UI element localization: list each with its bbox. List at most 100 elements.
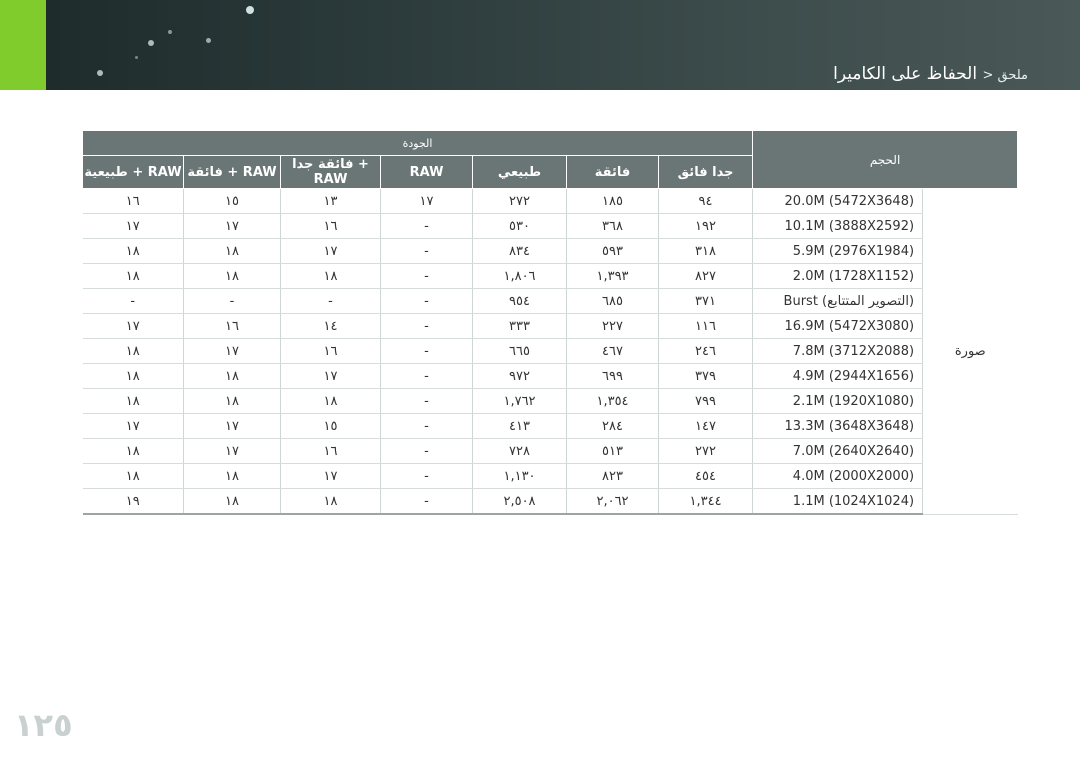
table-cell: ٣٧١: [658, 288, 754, 314]
table-cell: ١,٣٩٣: [566, 263, 659, 289]
table-cell: ١٥: [280, 413, 381, 439]
table-cell: ٥١٣: [566, 438, 659, 464]
table-cell: -: [380, 213, 473, 239]
table-cell: -: [380, 438, 473, 464]
table-row: ١٧ ١٦ ١٤-٣٣٣ ٢٢٧ ١١٦ 16.9M (5472X3080): [82, 313, 1018, 339]
table-cell: ١٧: [82, 413, 184, 439]
table-cell: ١٧: [280, 363, 381, 389]
table-cell: ١٨: [183, 363, 281, 389]
size-cell: 10.1M (3888X2592): [752, 213, 924, 239]
size-cell: 20.0M (5472X3648): [752, 188, 924, 214]
table-cell: ١١٦: [658, 313, 754, 339]
table-cell: ١٨: [82, 263, 184, 289]
size-cell: 2.0M (1728X1152): [752, 263, 924, 289]
table-cell: ١٧: [280, 463, 381, 489]
table-cell: ١٣: [280, 188, 381, 214]
table-cell: -: [380, 263, 473, 289]
table-row: ١٨ ١٧ ١٦-٦٦٥ ٤٦٧ ٢٤٦ 7.8M (3712X2088): [82, 338, 1018, 364]
table-cell: -: [380, 363, 473, 389]
table-cell: -: [380, 238, 473, 264]
table-cell: ١٨: [280, 388, 381, 414]
chapter-tab: [0, 0, 46, 90]
decor-spark: [135, 56, 138, 59]
table-cell: ٢,٠٦٢: [566, 488, 659, 515]
memory-capacity-table: الجودة الحجم طبيعية + RAW فائقة + RAW فا…: [81, 130, 1019, 515]
table-cell: -: [380, 288, 473, 314]
table-cell: ١٨: [82, 338, 184, 364]
table-cell: ٣١٨: [658, 238, 754, 264]
table-cell: ١٦: [280, 438, 381, 464]
table-cell: -: [380, 338, 473, 364]
quality-group-header: الجودة: [81, 130, 754, 156]
table-row: - - - -٩٥٤ ٦٨٥ ٣٧١ Burst (التصوير المتتابع): [82, 288, 1018, 314]
size-cell: 7.8M (3712X2088): [752, 338, 924, 364]
table-cell: ١٦: [82, 188, 184, 214]
table-cell: ١٨: [183, 463, 281, 489]
col-raw: RAW: [380, 155, 473, 189]
table-cell: ٩٤: [658, 188, 754, 214]
table-cell: ١٦: [280, 338, 381, 364]
table-cell: ١,٨٠٦: [472, 263, 567, 289]
size-cell: 13.3M (3648X3648): [752, 413, 924, 439]
table-cell: ١٨: [82, 388, 184, 414]
size-cell: 5.9M (2976X1984): [752, 238, 924, 264]
page-header: ملحق < الحفاظ على الكاميرا: [0, 0, 1080, 90]
size-cell: 16.9M (5472X3080): [752, 313, 924, 339]
table-cell: ٢٧٢: [472, 188, 567, 214]
table-row: ١٨ ١٨ ١٧-٨٣٤ ٥٩٣ ٣١٨ 5.9M (2976X1984): [82, 238, 1018, 264]
table-cell: ٦٦٥: [472, 338, 567, 364]
table-cell: ١,٧٦٢: [472, 388, 567, 414]
table-cell: ١٧: [183, 338, 281, 364]
table-cell: ١٨٥: [566, 188, 659, 214]
col-superfine: جدا فائق: [657, 155, 754, 189]
table-cell: ١٧: [82, 213, 184, 239]
size-header: الحجم: [752, 130, 1019, 189]
table-cell: -: [380, 413, 473, 439]
table-cell: ١٧: [82, 313, 184, 339]
table-cell: ١٥: [183, 188, 281, 214]
table-cell: ٤٦٧: [566, 338, 659, 364]
table-cell: ١٦: [280, 213, 381, 239]
table-cell: ٣٦٨: [566, 213, 659, 239]
table-row: ١٨ ١٨ ١٧-٩٧٢ ٦٩٩ ٣٧٩ 4.9M (2944X1656): [82, 363, 1018, 389]
table-row: ١٨ ١٨ ١٨-١,٧٦٢ ١,٣٥٤ ٧٩٩ 2.1M (1920X1080): [82, 388, 1018, 414]
size-cell: 4.9M (2944X1656): [752, 363, 924, 389]
table-cell: ١,٣٥٤: [566, 388, 659, 414]
table-cell: -: [380, 463, 473, 489]
table-cell: ١٨: [82, 438, 184, 464]
table-row: ١٨ ١٨ ١٨-١,٨٠٦ ١,٣٩٣ ٨٢٧ 2.0M (1728X1152): [82, 263, 1018, 289]
table-cell: ٢٧٢: [658, 438, 754, 464]
table-cell: -: [380, 488, 473, 515]
table-cell: ٧٢٨: [472, 438, 567, 464]
size-cell: 7.0M (2640X2640): [752, 438, 924, 464]
decor-spark: [206, 38, 211, 43]
decor-spark: [246, 6, 254, 14]
table-cell: ١٦: [183, 313, 281, 339]
table-cell: ١٧: [183, 213, 281, 239]
table-cell: ١,١٣٠: [472, 463, 567, 489]
table-cell: -: [82, 288, 184, 314]
table-cell: ١٩٢: [658, 213, 754, 239]
table-cell: ٩٧٢: [472, 363, 567, 389]
size-cell: 4.0M (2000X2000): [752, 463, 924, 489]
table-cell: ١٨: [82, 238, 184, 264]
table-cell: ٢,٥٠٨: [472, 488, 567, 515]
decor-spark: [168, 30, 172, 34]
table-cell: ١٨: [280, 488, 381, 515]
table-cell: ١٨: [183, 388, 281, 414]
mode-label: صورة: [922, 188, 1018, 515]
table-cell: ٥٩٣: [566, 238, 659, 264]
table-cell: ١٨: [183, 263, 281, 289]
table-row: ١٩ ١٨ ١٨-٢,٥٠٨ ٢,٠٦٢ ١,٣٤٤ 1.1M (1024X1024): [82, 488, 1018, 515]
page-title: الحفاظ على الكاميرا: [833, 64, 978, 84]
table-cell: ٣٣٣: [472, 313, 567, 339]
breadcrumb-parent: ملحق <: [982, 68, 1028, 83]
table-cell: ١٧: [280, 238, 381, 264]
table-row: ١٧ ١٧ ١٥-٤١٣ ٢٨٤ ١٤٧ 13.3M (3648X3648): [82, 413, 1018, 439]
table-row: ١٦ ١٥ ١٣ ١٧ ٢٧٢ ١٨٥ ٩٤ 20.0M (5472X3648) صورة: [82, 188, 1018, 515]
size-cell: 2.1M (1920X1080): [752, 388, 924, 414]
table-cell: -: [380, 388, 473, 414]
table-cell: ٦٩٩: [566, 363, 659, 389]
table-cell: ٦٨٥: [566, 288, 659, 314]
table-cell: -: [280, 288, 381, 314]
